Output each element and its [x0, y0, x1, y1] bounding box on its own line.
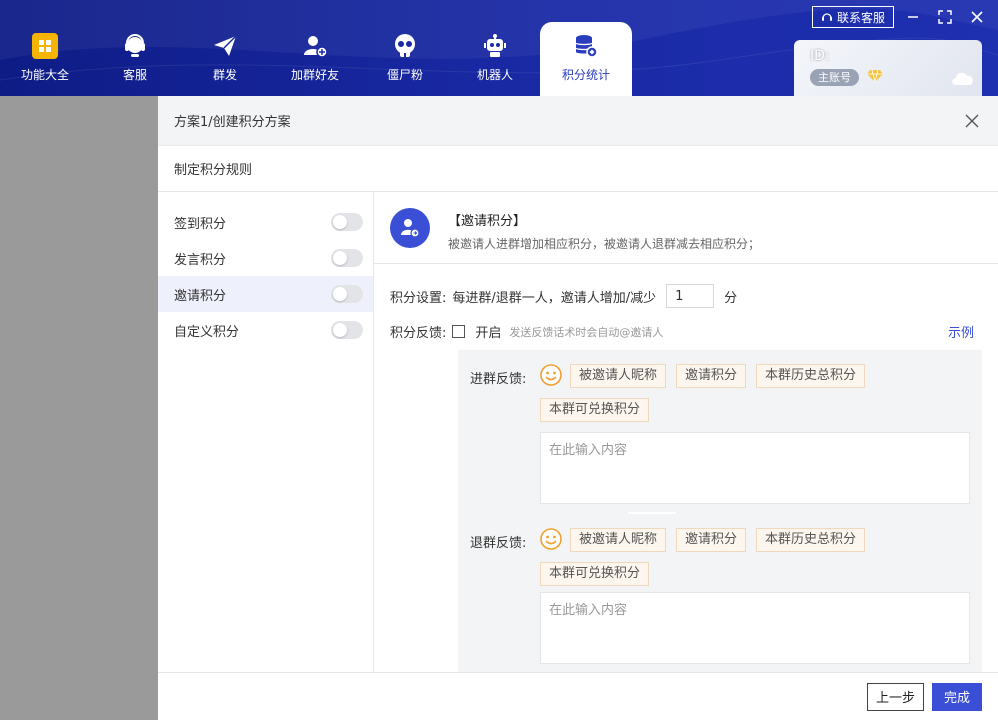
feedback-hint: 发送反馈话术时会自动@邀请人 — [509, 325, 664, 339]
close-icon — [965, 114, 979, 127]
account-id: ID: — [810, 48, 830, 64]
background-overlay — [0, 96, 158, 720]
dialog-header: 方案1/创建积分方案 — [158, 96, 998, 146]
points-feedback-row: 积分反馈: 开启 发送反馈话术时会自动@邀请人 示例 — [390, 322, 974, 341]
tag-group-total-points[interactable]: 本群历史总积分 — [756, 364, 866, 388]
tag-invitee-nickname[interactable]: 被邀请人昵称 — [570, 528, 667, 552]
feedback-enable-label: 开启 — [475, 326, 502, 341]
nav-item-add-friends[interactable]: 加群好友 — [270, 22, 360, 96]
rule-label: 签到积分 — [174, 216, 227, 232]
example-link[interactable]: 示例 — [948, 322, 974, 341]
join-feedback-block: 进群反馈: 被邀请人昵称 邀请积分 本群历史总积分 本群可兑换积分 — [470, 364, 970, 514]
join-feedback-input[interactable] — [540, 432, 970, 504]
grid-icon — [31, 32, 59, 60]
tag-group-redeemable-points[interactable]: 本群可兑换积分 — [540, 398, 650, 422]
nav-item-features[interactable]: 功能大全 — [0, 22, 90, 96]
rule-info: 【邀请积分】 被邀请人进群增加相应积分，被邀请人退群减去相应积分； — [374, 192, 998, 264]
leave-feedback-tags: 被邀请人昵称 邀请积分 本群历史总积分 本群可兑换积分 — [540, 528, 950, 586]
headset-icon — [121, 32, 149, 60]
rule-toggle[interactable] — [331, 249, 363, 267]
rule-list: 签到积分 发言积分 邀请积分 自定义积分 — [158, 192, 374, 672]
rule-info-title: 【邀请积分】 — [448, 214, 527, 229]
tag-group-total-points[interactable]: 本群历史总积分 — [756, 528, 866, 552]
rule-item-checkin[interactable]: 签到积分 — [158, 204, 373, 240]
diamond-icon — [867, 69, 884, 87]
done-button[interactable]: 完成 — [931, 682, 982, 711]
nav-label: 加群好友 — [290, 68, 339, 82]
feedback-enable-checkbox[interactable] — [452, 325, 466, 338]
join-feedback-label: 进群反馈: — [470, 372, 527, 387]
nav-label: 僵尸粉 — [386, 68, 423, 82]
rule-label: 发言积分 — [174, 252, 227, 268]
cloud-icon — [950, 68, 976, 90]
rule-item-custom[interactable]: 自定义积分 — [158, 312, 373, 348]
nav-label: 客服 — [122, 68, 147, 82]
dialog-footer: 上一步 完成 — [158, 672, 998, 720]
rule-label: 自定义积分 — [174, 324, 240, 340]
rule-detail: 【邀请积分】 被邀请人进群增加相应积分，被邀请人退群减去相应积分； 积分设置: … — [374, 192, 998, 672]
dialog-close-button[interactable] — [962, 111, 982, 131]
main-nav: 功能大全 客服 群发 加群好友 僵尸粉 机器人 积分统计 — [0, 22, 632, 96]
rule-label: 邀请积分 — [174, 288, 227, 304]
robot-icon — [481, 32, 509, 60]
rule-item-invite[interactable]: 邀请积分 — [158, 276, 373, 312]
points-setting-row: 积分设置: 每进群/退群一人，邀请人增加/减少 分 — [390, 284, 737, 308]
rule-toggle[interactable] — [331, 285, 363, 303]
points-amount-input[interactable] — [666, 284, 715, 308]
database-icon — [572, 32, 600, 60]
tag-invite-points[interactable]: 邀请积分 — [676, 528, 747, 552]
dialog-subtitle: 制定积分规则 — [158, 146, 998, 192]
rule-item-speech[interactable]: 发言积分 — [158, 240, 373, 276]
points-unit: 分 — [724, 290, 738, 306]
nav-item-broadcast[interactable]: 群发 — [180, 22, 270, 96]
points-setting-label: 积分设置: — [390, 290, 447, 306]
headset-small-icon — [821, 13, 832, 21]
paper-plane-icon — [211, 32, 239, 60]
nav-label: 积分统计 — [561, 68, 610, 82]
nav-item-zombie-fans[interactable]: 僵尸粉 — [360, 22, 450, 96]
join-feedback-tags: 被邀请人昵称 邀请积分 本群历史总积分 本群可兑换积分 — [540, 364, 950, 422]
tag-group-redeemable-points[interactable]: 本群可兑换积分 — [540, 562, 650, 586]
window-actions: 联系客服 — [811, 6, 990, 28]
create-points-plan-dialog: 方案1/创建积分方案 制定积分规则 签到积分 发言积分 邀请积分 自定义积分 【… — [158, 96, 998, 720]
top-bar: 功能大全 客服 群发 加群好友 僵尸粉 机器人 积分统计 联系客服 ID: 主账… — [0, 0, 998, 96]
minimize-button[interactable] — [900, 6, 926, 28]
nav-label: 功能大全 — [20, 68, 69, 82]
emoji-icon[interactable] — [540, 364, 562, 386]
points-feedback-label: 积分反馈: — [390, 326, 447, 341]
tag-invite-points[interactable]: 邀请积分 — [676, 364, 747, 388]
leave-feedback-label: 退群反馈: — [470, 536, 527, 551]
close-window-button[interactable] — [964, 6, 990, 28]
minimize-icon — [908, 16, 918, 18]
previous-step-button[interactable]: 上一步 — [866, 682, 924, 711]
nav-item-points-stats[interactable]: 积分统计 — [540, 22, 632, 96]
rule-toggle[interactable] — [331, 321, 363, 339]
points-setting-text: 每进群/退群一人，邀请人增加/减少 — [452, 290, 657, 306]
close-icon — [971, 11, 983, 23]
account-badge: 主账号 — [810, 69, 859, 86]
dialog-body: 签到积分 发言积分 邀请积分 自定义积分 【邀请积分】 被邀请人进群增加相应积分… — [158, 192, 998, 672]
rule-toggle[interactable] — [331, 213, 363, 231]
nav-item-robot[interactable]: 机器人 — [450, 22, 540, 96]
nav-label: 群发 — [212, 68, 237, 82]
leave-feedback-block: 退群反馈: 被邀请人昵称 邀请积分 本群历史总积分 本群可兑换积分 — [470, 528, 970, 672]
nav-item-service[interactable]: 客服 — [90, 22, 180, 96]
nav-label: 机器人 — [476, 68, 513, 82]
leave-feedback-input[interactable] — [540, 592, 970, 664]
dialog-title: 方案1/创建积分方案 — [174, 115, 291, 130]
contact-service-button[interactable]: 联系客服 — [811, 6, 894, 28]
maximize-button[interactable] — [932, 6, 958, 28]
skull-icon — [391, 32, 419, 60]
emoji-icon[interactable] — [540, 528, 562, 550]
maximize-icon — [938, 10, 952, 24]
scroll-divider — [628, 512, 676, 514]
feedback-panel: 进群反馈: 被邀请人昵称 邀请积分 本群历史总积分 本群可兑换积分 退群反馈: — [458, 350, 982, 672]
tag-invitee-nickname[interactable]: 被邀请人昵称 — [570, 364, 667, 388]
contact-service-label: 联系客服 — [836, 10, 885, 25]
account-card[interactable]: ID: 主账号 — [794, 40, 982, 96]
rule-info-desc: 被邀请人进群增加相应积分，被邀请人退群减去相应积分； — [448, 237, 761, 251]
invite-user-icon — [390, 208, 430, 248]
add-user-icon — [301, 32, 329, 60]
